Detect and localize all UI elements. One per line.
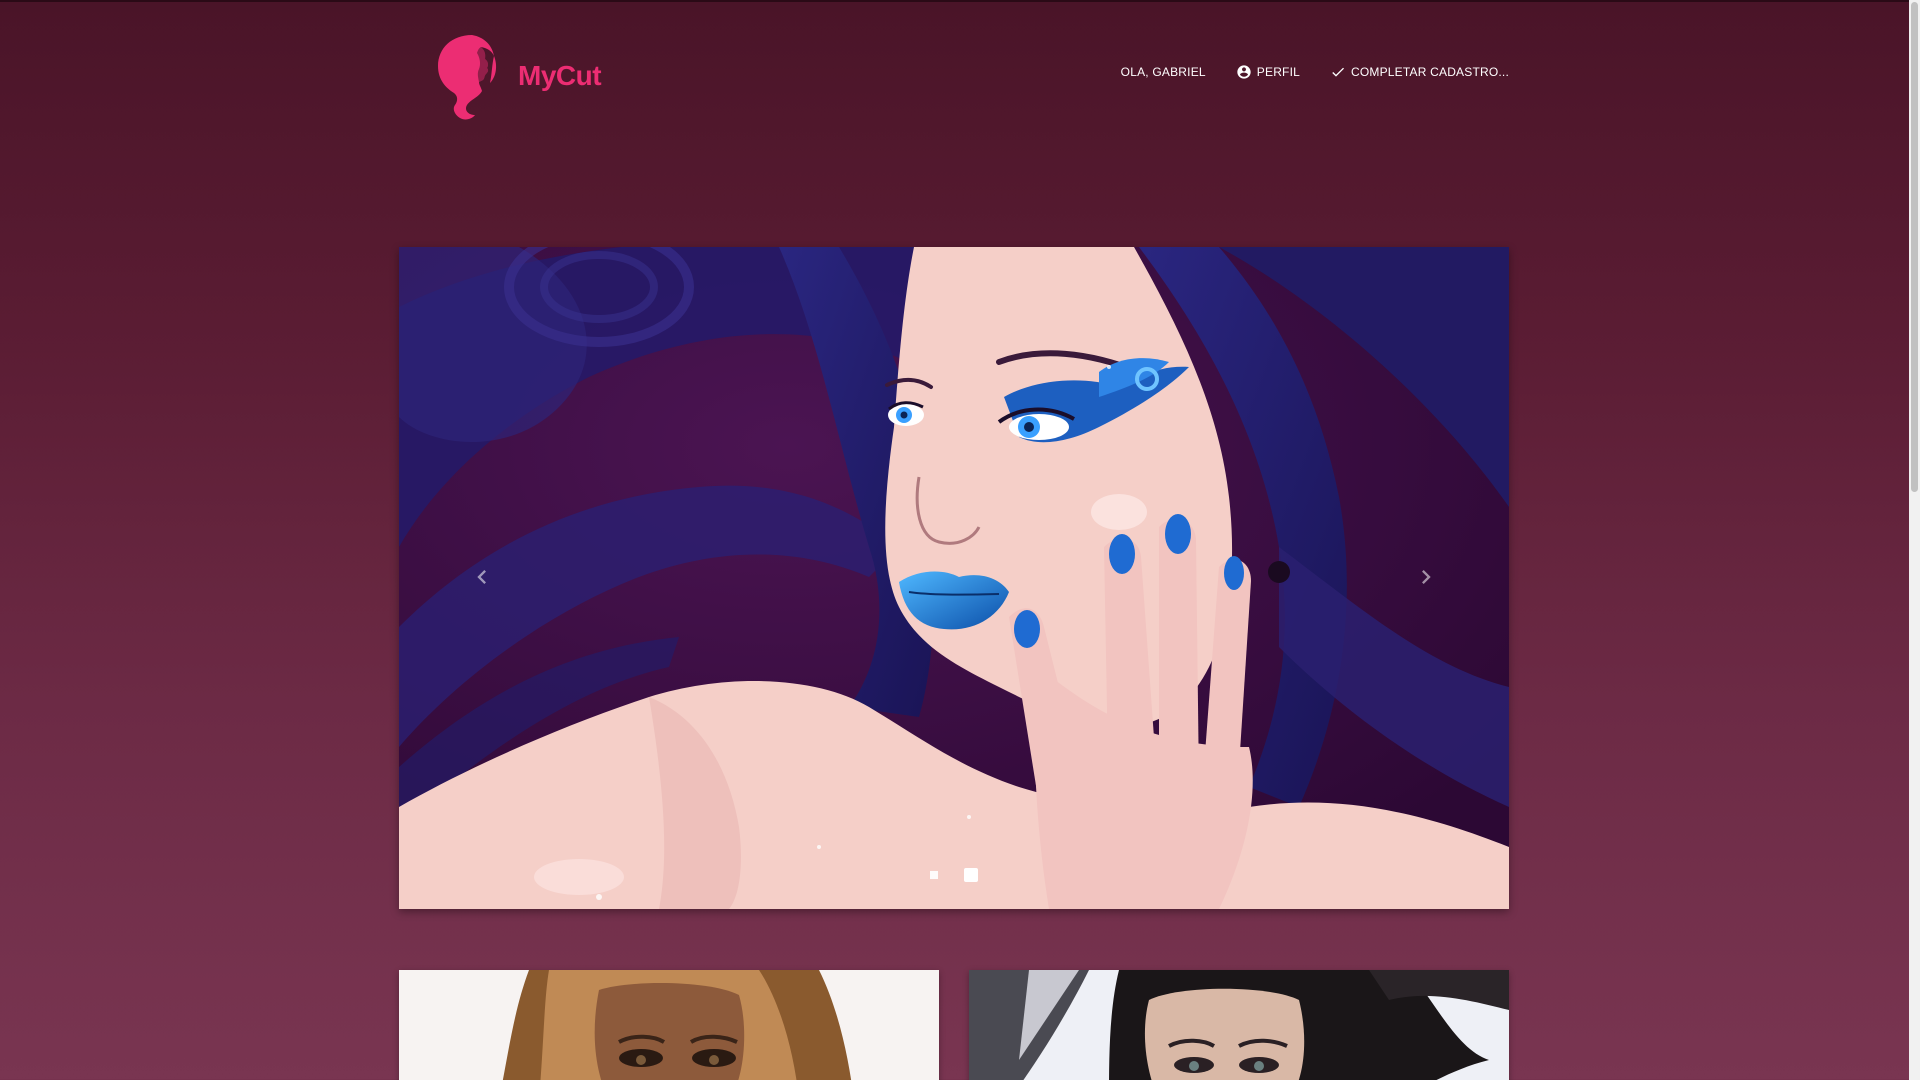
portrait-photo	[969, 970, 1509, 1080]
complete-registration-label: COMPLETAR CADASTRO...	[1351, 65, 1509, 79]
scrollbar-thumb[interactable]	[1911, 2, 1918, 492]
chevron-right-icon	[1422, 570, 1431, 584]
carousel-prev-button[interactable]	[462, 555, 502, 599]
carousel-indicator[interactable]	[930, 871, 938, 879]
profile-label: PERFIL	[1256, 65, 1300, 79]
hero-carousel[interactable]	[399, 247, 1509, 909]
account-circle-icon	[1237, 65, 1251, 79]
site-header: MyCut OLA, GABRIEL PERFIL COMPLETAR CADA…	[399, 0, 1509, 150]
profile-link[interactable]: PERFIL	[1236, 64, 1300, 80]
brand-logo[interactable]: MyCut	[434, 33, 602, 121]
carousel-next-button[interactable]	[1406, 555, 1446, 599]
woman-silhouette-logo-icon	[438, 35, 497, 120]
complete-registration-link[interactable]: COMPLETAR CADASTRO...	[1330, 64, 1509, 80]
greeting-label: OLA, GABRIEL	[1120, 65, 1206, 79]
check-icon	[1332, 67, 1344, 77]
page-scrollbar[interactable]	[1909, 0, 1920, 1080]
carousel-slide-image	[399, 247, 1509, 909]
brand-name: MyCut	[518, 60, 602, 91]
carousel-indicators	[399, 868, 1509, 882]
portrait-photo	[399, 970, 939, 1080]
greeting-link[interactable]: OLA, GABRIEL	[1121, 65, 1206, 79]
carousel-indicator-active[interactable]	[964, 868, 978, 882]
stylist-card[interactable]	[399, 970, 939, 1080]
chevron-left-icon	[477, 570, 486, 584]
top-nav: OLA, GABRIEL PERFIL COMPLETAR CADASTRO..…	[1121, 64, 1509, 80]
stylist-card[interactable]	[969, 970, 1509, 1080]
